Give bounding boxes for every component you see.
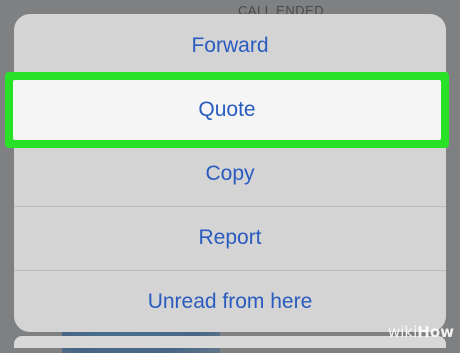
menu-item-unread-from-here-label: Unread from here [147, 290, 313, 313]
menu-item-quote[interactable]: Quote [13, 80, 441, 140]
watermark-part1: wiki [387, 323, 418, 341]
watermark-logo: wikiHow [388, 323, 454, 341]
menu-item-copy[interactable]: Copy [14, 142, 446, 206]
highlight-box: Quote [5, 72, 449, 148]
menu-item-report[interactable]: Report [14, 206, 446, 270]
bottom-strip [14, 336, 446, 348]
menu-item-unread-from-here[interactable]: Unread from here [14, 270, 446, 332]
action-sheet: Forward Copy Report Unread from here [14, 14, 446, 332]
menu-item-report-label: Report [198, 226, 262, 249]
watermark-part2: How [417, 323, 454, 341]
menu-item-copy-label: Copy [205, 162, 255, 185]
menu-item-forward[interactable]: Forward [14, 14, 446, 78]
menu-item-forward-label: Forward [191, 34, 269, 57]
menu-item-quote-label: Quote [198, 98, 256, 121]
